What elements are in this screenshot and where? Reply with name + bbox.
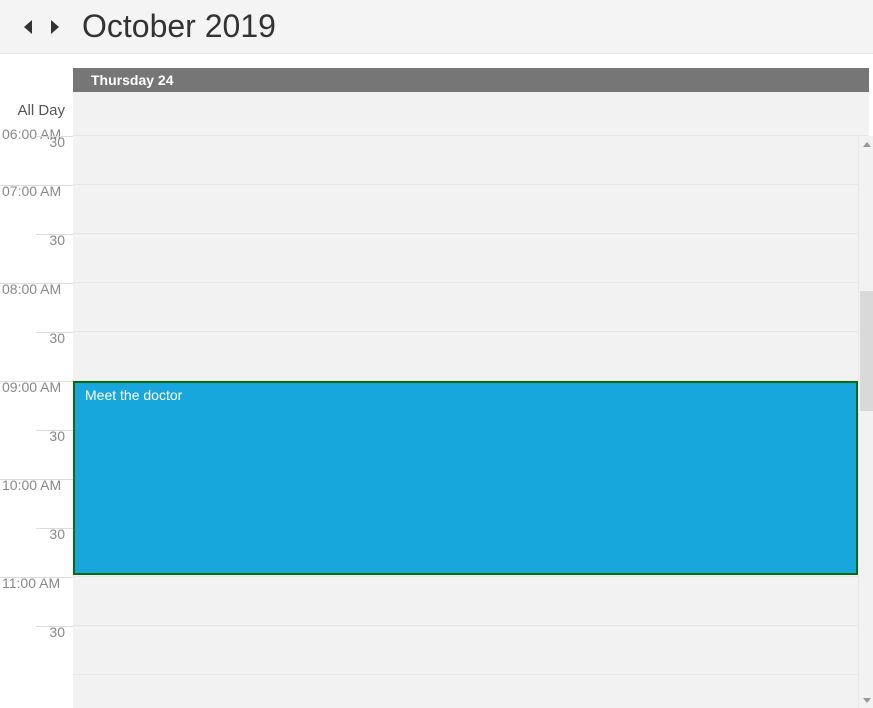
- time-label-half: 30: [0, 134, 73, 150]
- time-slot[interactable]: [73, 626, 873, 675]
- time-label-half: 30: [0, 624, 73, 640]
- time-gutter: 06:00 AM 3007:00 AM3008:00 AM3009:00 AM3…: [0, 136, 73, 708]
- scrollbar-thumb[interactable]: [860, 291, 873, 411]
- chevron-right-icon: [49, 20, 60, 34]
- calendar-event[interactable]: Meet the doctor: [73, 381, 858, 575]
- time-slot[interactable]: [73, 136, 873, 185]
- time-slot[interactable]: [73, 185, 873, 234]
- time-slot[interactable]: [73, 234, 873, 283]
- day-header-row: Thursday 24: [0, 68, 873, 92]
- time-label-hour: 10:00 AM: [0, 477, 73, 493]
- scroll-down-button[interactable]: [859, 692, 873, 708]
- calendar-title: October 2019: [82, 8, 276, 45]
- time-label-half: 30: [0, 330, 73, 346]
- event-title: Meet the doctor: [85, 387, 182, 403]
- time-slots[interactable]: Meet the doctor: [73, 136, 873, 708]
- caret-up-icon: [863, 142, 871, 147]
- time-label-hour: 09:00 AM: [0, 379, 73, 395]
- calendar-header: October 2019: [0, 0, 873, 54]
- time-label-half: 30: [0, 232, 73, 248]
- time-slot[interactable]: [73, 332, 873, 381]
- time-label-half: 30: [0, 526, 73, 542]
- next-button[interactable]: [44, 15, 64, 39]
- prev-button[interactable]: [18, 15, 38, 39]
- caret-down-icon: [863, 698, 871, 703]
- gutter-spacer: [0, 68, 73, 92]
- time-slot[interactable]: [73, 283, 873, 332]
- time-grid: 06:00 AM 3007:00 AM3008:00 AM3009:00 AM3…: [0, 136, 873, 708]
- chevron-left-icon: [23, 20, 34, 34]
- scroll-up-button[interactable]: [859, 136, 873, 152]
- scrollbar: [858, 136, 873, 708]
- calendar-body: Thursday 24 All Day 06:00 AM 3007:00 AM3…: [0, 54, 873, 708]
- time-slot[interactable]: [73, 577, 873, 626]
- nav-arrows: [18, 15, 64, 39]
- all-day-area[interactable]: [73, 92, 869, 136]
- day-header[interactable]: Thursday 24: [73, 68, 869, 92]
- calendar-day-view: October 2019 Thursday 24 All Day 06:00 A…: [0, 0, 873, 708]
- time-label-hour: 11:00 AM: [0, 575, 73, 591]
- time-label-hour: 08:00 AM: [0, 281, 73, 297]
- time-label-hour: 07:00 AM: [0, 183, 73, 199]
- time-label-half: 30: [0, 428, 73, 444]
- all-day-row: All Day: [0, 92, 873, 136]
